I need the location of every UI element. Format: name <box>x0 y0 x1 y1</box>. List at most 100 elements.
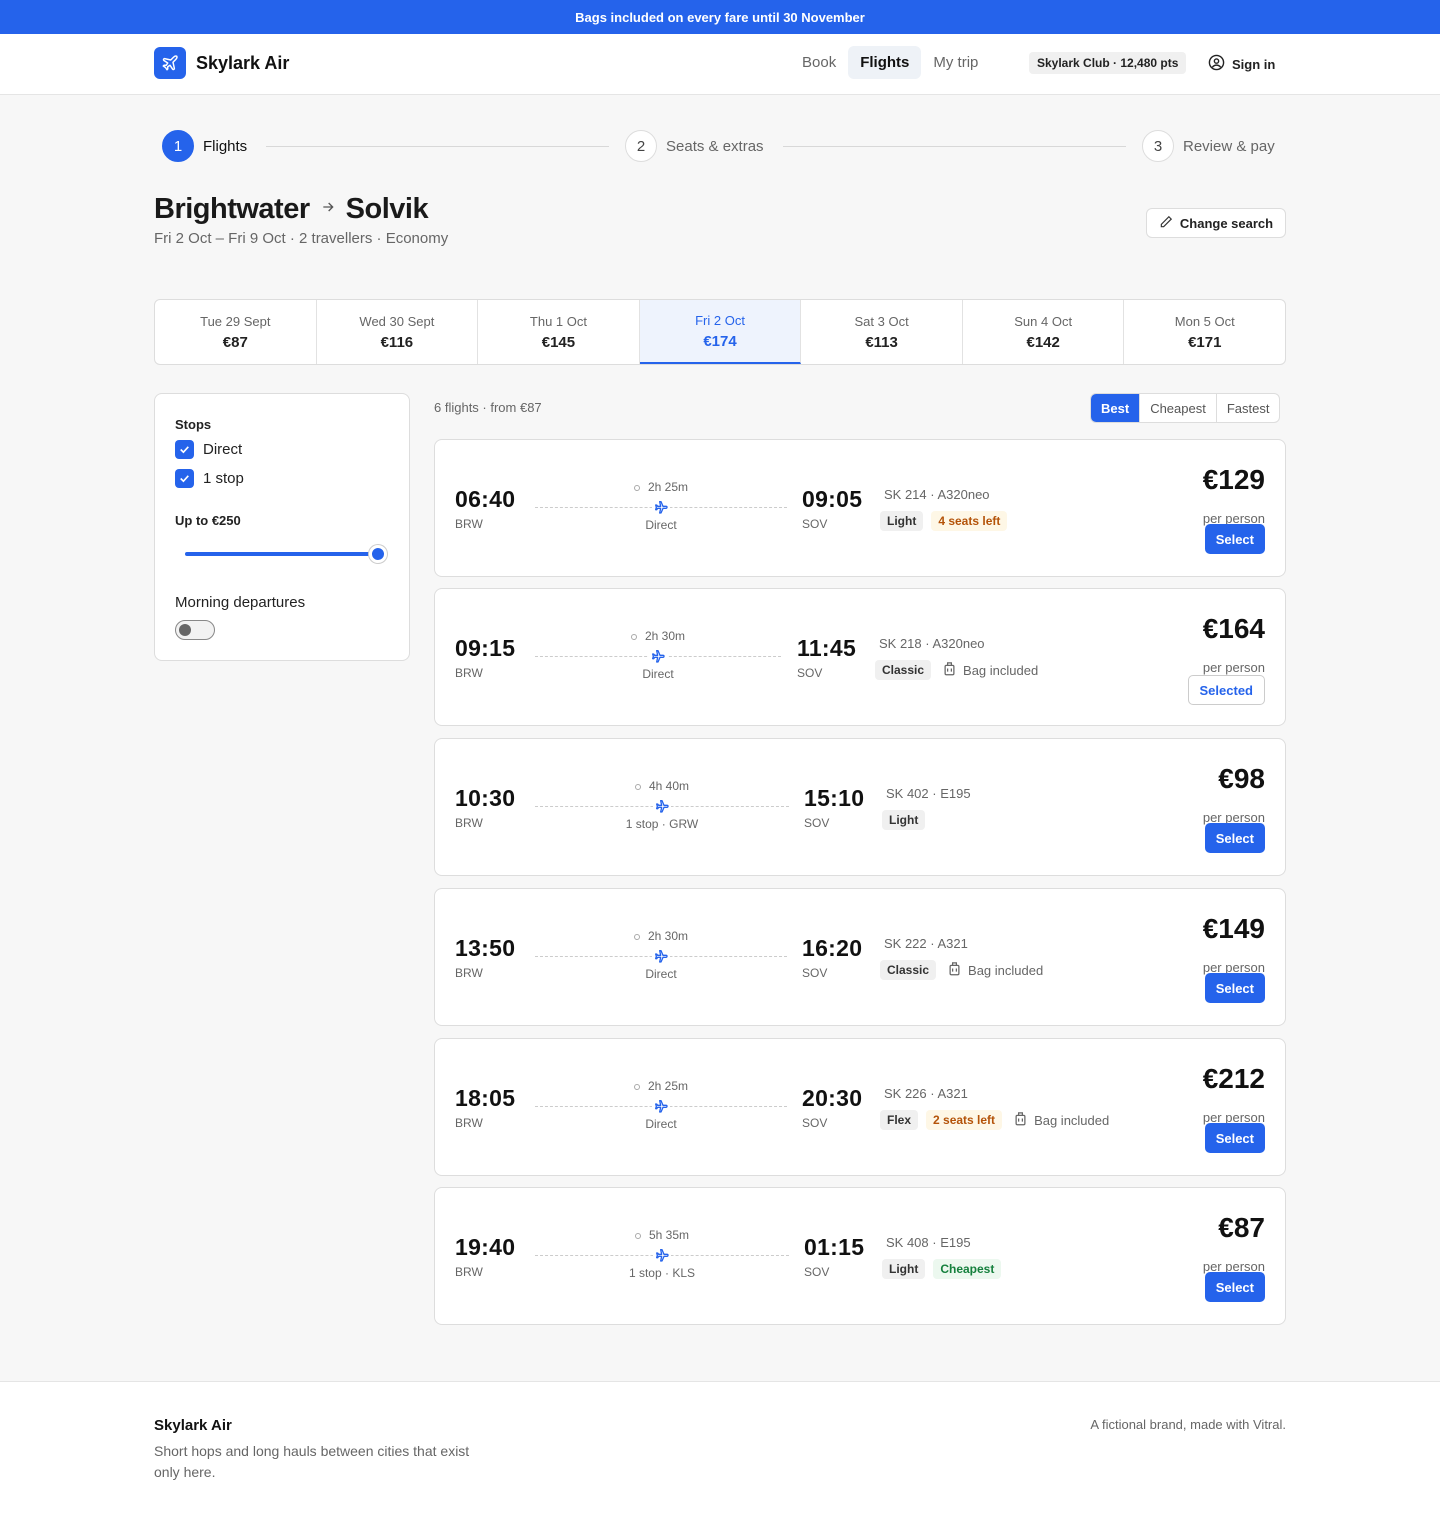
departure-airport: BRW <box>455 666 483 680</box>
arrival-airport: SOV <box>802 1116 828 1130</box>
departure-time: 19:40 <box>455 1234 516 1260</box>
arrival: 01:15 SOV <box>804 1234 864 1279</box>
departure-time: 06:40 <box>455 486 516 512</box>
flight-card[interactable]: 10:30 BRW 4h 40m 1 stop · GRW 15:10 SOV … <box>434 738 1286 876</box>
nav-book[interactable]: Book <box>790 46 848 79</box>
step-connector <box>266 146 609 147</box>
step-seats-extras[interactable]: 2 Seats & extras <box>617 130 772 162</box>
date-option[interactable]: Thu 1 Oct €145 <box>478 300 640 364</box>
fare-class-badge: Light <box>882 810 926 830</box>
origin-city: Brightwater <box>154 193 310 225</box>
selected-button[interactable]: Selected <box>1187 675 1265 705</box>
price-slider-handle[interactable] <box>369 545 387 563</box>
fare-class-badge: Classic <box>875 660 932 680</box>
arrival-airport: SOV <box>804 1265 830 1279</box>
flight-duration: 5h 35m <box>535 1228 789 1242</box>
stops-info: 1 stop · GRW <box>625 817 699 831</box>
fare-tags: Light <box>882 810 926 830</box>
arrival: 09:05 SOV <box>802 486 862 531</box>
stops-info: 1 stop · KLS <box>628 1266 696 1280</box>
flight-number: SK 408 · E195 <box>886 1235 971 1250</box>
filter-direct-label: Direct <box>203 441 243 458</box>
flight-path: 2h 25m Direct <box>535 480 787 540</box>
date-option[interactable]: Tue 29 Sept €87 <box>155 300 317 364</box>
departure: 06:40 BRW <box>455 486 515 531</box>
fare-price: €129 <box>1202 464 1265 495</box>
site-header: Skylark Air Book Flights My trip Skylark… <box>0 34 1440 95</box>
user-circle-icon <box>1208 54 1225 74</box>
step-flights[interactable]: 1 Flights <box>154 130 256 162</box>
sort-best[interactable]: Best <box>1091 394 1140 422</box>
date-option[interactable]: Sat 3 Oct €113 <box>801 300 963 364</box>
date-option[interactable]: Sun 4 Oct €142 <box>963 300 1125 364</box>
select-button[interactable]: Select <box>1204 823 1265 853</box>
date-label: Sat 3 Oct <box>854 313 909 329</box>
booking-stepper: 1 Flights 2 Seats & extras 3 Review & pa… <box>154 130 1286 164</box>
sort-cheapest[interactable]: Cheapest <box>1139 394 1216 422</box>
flight-duration: 4h 40m <box>535 779 789 793</box>
flight-path: 2h 30m Direct <box>535 929 787 989</box>
destination-city: Solvik <box>345 193 429 225</box>
date-price: €145 <box>541 333 576 351</box>
change-search-button[interactable]: Change search <box>1146 208 1286 238</box>
checkbox-checked-icon[interactable] <box>175 440 194 459</box>
step-review-pay[interactable]: 3 Review & pay <box>1134 130 1283 162</box>
fare-price: €164 <box>1202 613 1265 644</box>
fare-tags: Flex 2 seats left Bag included <box>880 1110 1109 1130</box>
date-option[interactable]: Mon 5 Oct €171 <box>1124 300 1285 364</box>
departure: 13:50 BRW <box>455 935 515 980</box>
price-slider-track[interactable] <box>185 552 380 556</box>
departure: 19:40 BRW <box>455 1234 515 1279</box>
cheapest-badge: Cheapest <box>933 1259 1002 1279</box>
flight-duration: 2h 25m <box>535 480 787 494</box>
filter-direct[interactable]: Direct <box>175 440 242 459</box>
date-option-selected[interactable]: Fri 2 Oct €174 <box>639 300 802 364</box>
date-option[interactable]: Wed 30 Sept €116 <box>317 300 479 364</box>
brand-name: Skylark Air <box>196 52 290 73</box>
sort-fastest[interactable]: Fastest <box>1215 394 1280 422</box>
select-button[interactable]: Select <box>1204 973 1265 1003</box>
morning-departures-toggle[interactable] <box>175 620 215 640</box>
flight-card[interactable]: 09:15 BRW 2h 30m Direct 11:45 SOV SK 218… <box>434 588 1286 726</box>
flight-number: SK 402 · E195 <box>886 786 971 801</box>
select-button[interactable]: Select <box>1204 1272 1265 1302</box>
seats-left-badge: 4 seats left <box>931 511 1008 531</box>
select-button[interactable]: Select <box>1204 1123 1265 1153</box>
arrival-time: 20:30 <box>802 1085 863 1111</box>
flight-card[interactable]: 19:40 BRW 5h 35m 1 stop · KLS 01:15 SOV … <box>434 1187 1286 1325</box>
plane-icon <box>652 948 670 964</box>
flight-card[interactable]: 06:40 BRW 2h 25m Direct 09:05 SOV SK 214… <box>434 439 1286 577</box>
fare-class-badge: Flex <box>880 1110 919 1130</box>
flight-number: SK 218 · A320neo <box>879 636 985 651</box>
luggage-icon <box>948 961 961 979</box>
bag-included: Bag included <box>943 661 1038 679</box>
route-title: Brightwater Solvik <box>154 193 429 226</box>
fare-tags: Light Cheapest <box>882 1259 1002 1279</box>
filter-one-stop[interactable]: 1 stop <box>175 469 244 488</box>
arrival-airport: SOV <box>804 816 830 830</box>
date-price: €171 <box>1188 333 1222 351</box>
results-summary: 6 flights · from €87 <box>434 400 542 415</box>
arrival-airport: SOV <box>802 517 828 531</box>
morning-departures-label: Morning departures <box>175 594 306 611</box>
sign-in-link[interactable]: Sign in <box>1208 54 1275 74</box>
step-connector <box>783 146 1126 147</box>
flight-card[interactable]: 18:05 BRW 2h 25m Direct 20:30 SOV SK 226… <box>434 1038 1286 1176</box>
date-label: Mon 5 Oct <box>1174 313 1235 329</box>
checkbox-checked-icon[interactable] <box>175 469 194 488</box>
select-button[interactable]: Select <box>1204 524 1265 554</box>
nav-my-trip[interactable]: My trip <box>921 46 990 79</box>
arrival-airport: SOV <box>802 966 828 980</box>
fare-class-badge: Classic <box>880 960 937 980</box>
departure-time: 18:05 <box>455 1085 516 1111</box>
stops-info: Direct <box>645 1117 677 1131</box>
nav-flights[interactable]: Flights <box>848 46 922 79</box>
brand-logo[interactable]: Skylark Air <box>154 47 289 79</box>
flight-duration: 2h 25m <box>535 1079 787 1093</box>
step-label: Flights <box>203 137 248 155</box>
step-label: Review & pay <box>1183 137 1275 155</box>
flight-duration: 2h 30m <box>535 929 787 943</box>
footer-brand: Skylark Air <box>154 1417 232 1434</box>
flight-card[interactable]: 13:50 BRW 2h 30m Direct 16:20 SOV SK 222… <box>434 888 1286 1026</box>
club-points-badge[interactable]: Skylark Club · 12,480 pts <box>1029 52 1187 74</box>
